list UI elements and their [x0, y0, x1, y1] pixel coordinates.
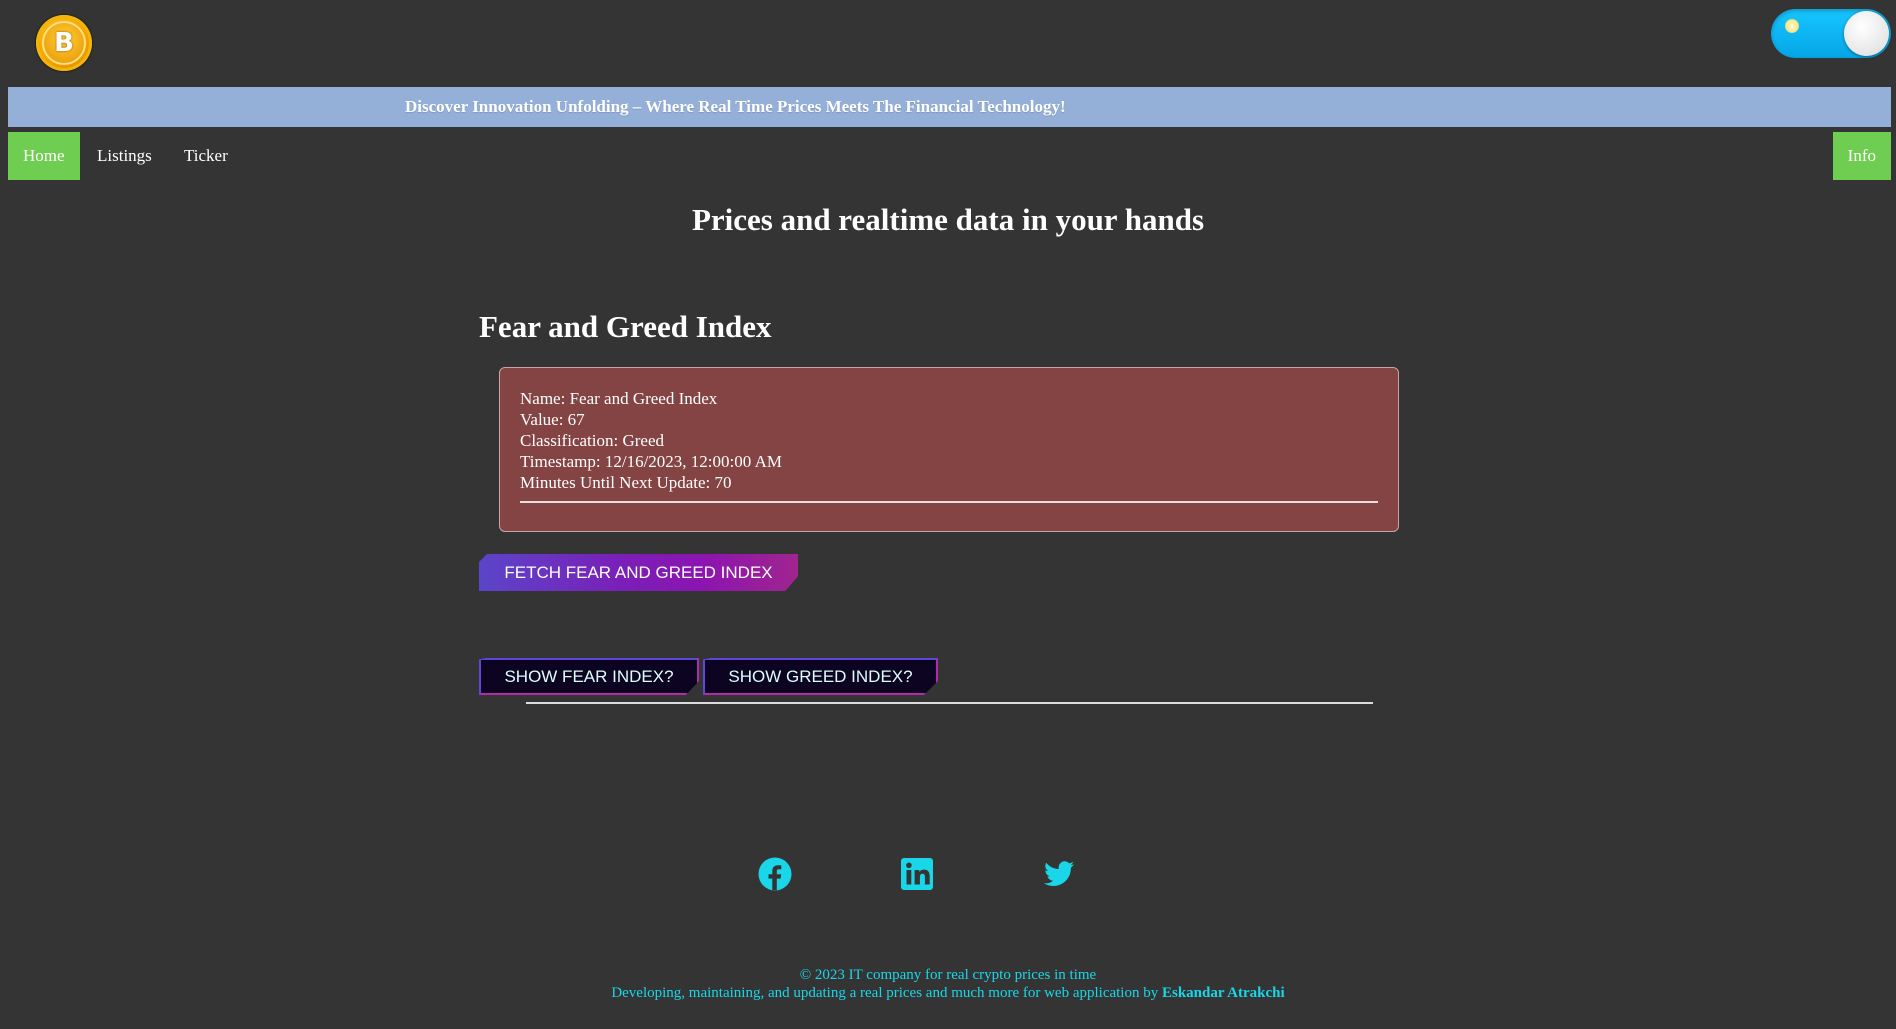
page-title: Prices and realtime data in your hands: [691, 202, 1205, 237]
sun-icon: [1785, 19, 1799, 33]
fear-greed-card: Name: Fear and Greed Index Value: 67 Cla…: [499, 367, 1399, 532]
bitcoin-symbol: B: [42, 21, 86, 65]
index-value: Value: 67: [520, 410, 585, 429]
toggle-knob[interactable]: [1844, 11, 1889, 56]
index-classification: Classification: Greed: [520, 431, 664, 450]
linkedin-icon[interactable]: [899, 856, 935, 892]
index-timestamp: Timestamp: 12/16/2023, 12:00:00 AM: [520, 452, 782, 471]
main-nav: Home Listings Ticker Info: [8, 132, 1891, 180]
tagline-text: Developing, maintaining, and updating a …: [611, 985, 1159, 1001]
index-next-update: Minutes Until Next Update: 70: [520, 473, 732, 492]
nav-ticker[interactable]: Ticker: [169, 132, 243, 180]
footer: © 2023 IT company for real crypto prices…: [0, 966, 1896, 1002]
author-name[interactable]: Eskandar Atrakchi: [1162, 985, 1285, 1001]
announcement-banner: Discover Innovation Unfolding – Where Re…: [8, 87, 1891, 127]
section-title: Fear and Greed Index: [479, 309, 772, 344]
facebook-icon[interactable]: [757, 856, 793, 892]
nav-info[interactable]: Info: [1832, 132, 1891, 180]
twitter-icon[interactable]: [1041, 856, 1077, 892]
nav-listings[interactable]: Listings: [82, 132, 167, 180]
index-name: Name: Fear and Greed Index: [520, 389, 718, 408]
bitcoin-logo-icon[interactable]: B: [36, 15, 92, 71]
nav-home[interactable]: Home: [8, 132, 80, 180]
copyright-text: © 2023 IT company for real crypto prices…: [799, 967, 1097, 983]
fetch-index-button[interactable]: FETCH FEAR AND GREED INDEX: [479, 554, 798, 591]
show-fear-button[interactable]: SHOW FEAR INDEX?: [479, 658, 699, 695]
card-divider: [520, 501, 1378, 503]
section-divider: [526, 702, 1373, 704]
show-greed-button[interactable]: SHOW GREED INDEX?: [703, 658, 938, 695]
theme-toggle[interactable]: [1771, 9, 1891, 58]
footer-tagline: Developing, maintaining, and updating a …: [0, 984, 1896, 1002]
banner-text: Discover Innovation Unfolding – Where Re…: [405, 97, 1066, 116]
